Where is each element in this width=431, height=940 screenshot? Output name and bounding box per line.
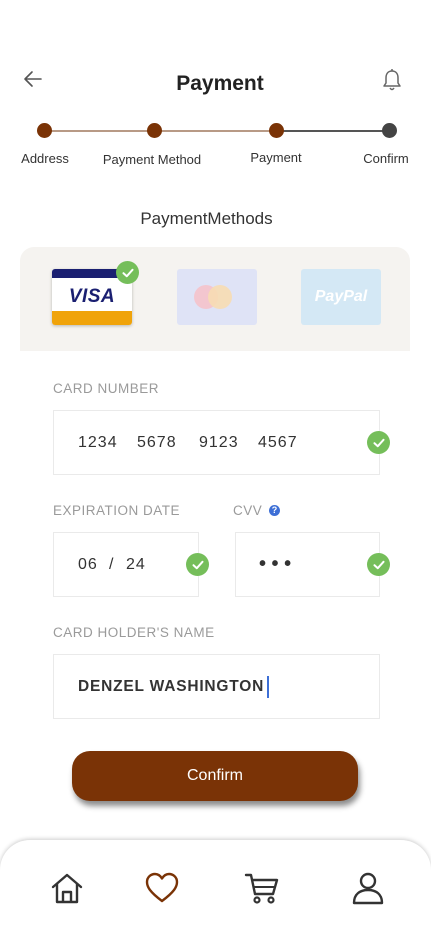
bell-icon[interactable] xyxy=(381,68,403,92)
paypal-option[interactable]: PayPal xyxy=(301,269,381,325)
expiration-separator: / xyxy=(109,556,115,573)
card-holder-value-wrap: DENZEL WASHINGTON xyxy=(78,676,269,698)
valid-check-icon xyxy=(186,553,209,576)
step-dot-address xyxy=(37,123,52,138)
step-label-payment-method: Payment Method xyxy=(102,152,202,167)
step-connector xyxy=(45,130,155,132)
home-icon[interactable] xyxy=(49,870,85,906)
step-connector xyxy=(276,130,390,132)
confirm-button[interactable]: Confirm xyxy=(72,751,358,801)
step-label-confirm: Confirm xyxy=(363,151,409,166)
page-title: Payment xyxy=(176,72,264,95)
card-number-group: 1234 xyxy=(78,434,118,451)
visa-logo-icon: VISA xyxy=(68,286,116,307)
heart-icon[interactable] xyxy=(144,870,180,906)
text-cursor xyxy=(267,676,269,698)
card-number-label: CARD NUMBER xyxy=(53,381,160,396)
mastercard-option[interactable] xyxy=(177,269,257,325)
cvv-field[interactable] xyxy=(235,532,380,597)
cvv-value: • • • xyxy=(259,553,292,575)
paypal-logo-icon: PayPal xyxy=(314,288,368,305)
card-number-group: 5678 xyxy=(137,434,177,451)
card-holder-value: DENZEL WASHINGTON xyxy=(78,678,265,696)
step-connector xyxy=(155,130,276,132)
card-number-group: 4567 xyxy=(258,434,298,451)
expiration-year: 24 xyxy=(126,556,146,573)
card-holder-label: CARD HOLDER'S NAME xyxy=(53,625,215,640)
step-label-payment: Payment xyxy=(250,150,302,165)
cvv-help-icon[interactable]: ? xyxy=(269,505,280,516)
step-dot-confirm xyxy=(382,123,397,138)
cvv-label: CVV xyxy=(233,503,263,518)
selected-check-icon xyxy=(116,261,139,284)
cart-icon[interactable] xyxy=(244,870,280,906)
card-number-group: 9123 xyxy=(199,434,239,451)
step-dot-payment xyxy=(269,123,284,138)
valid-check-icon xyxy=(367,553,390,576)
payment-methods-heading: PaymentMethods xyxy=(140,209,273,228)
step-label-address: Address xyxy=(21,151,69,166)
expiration-date-label: EXPIRATION DATE xyxy=(53,503,181,518)
expiration-month: 06 xyxy=(78,556,98,573)
visa-band xyxy=(52,311,132,325)
valid-check-icon xyxy=(367,431,390,454)
step-dot-payment-method xyxy=(147,123,162,138)
user-icon[interactable] xyxy=(350,870,386,906)
mastercard-logo-icon xyxy=(208,285,232,309)
